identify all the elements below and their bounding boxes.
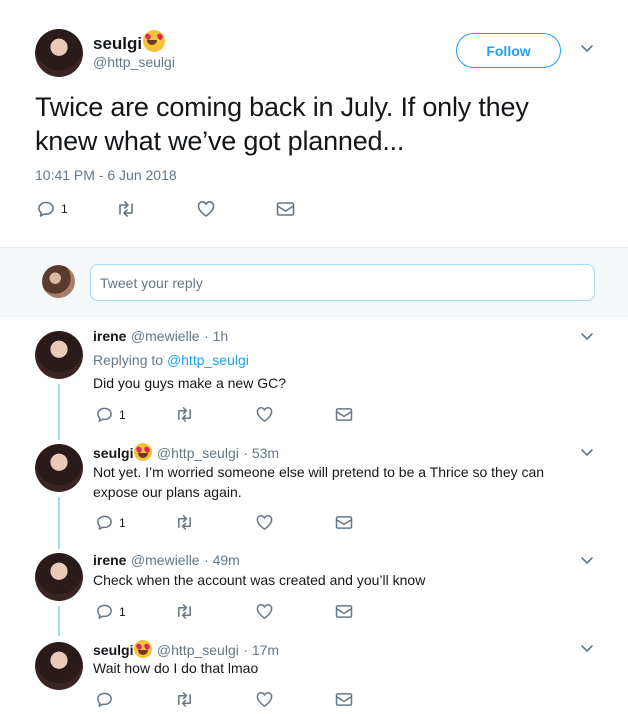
reply-handle[interactable]: @mewielle (131, 552, 200, 568)
current-user-avatar (42, 265, 75, 298)
reply-text: Wait how do I do that lmao (93, 660, 259, 676)
avatar[interactable] (35, 642, 83, 690)
dm-action[interactable] (335, 604, 353, 619)
retweet-action[interactable] (116, 200, 136, 218)
reply-display-name[interactable]: irene (93, 552, 126, 568)
reply-handle[interactable]: @http_seulgi (157, 445, 239, 461)
reply-handle[interactable]: @mewielle (131, 328, 200, 344)
envelope-icon (276, 201, 295, 217)
chevron-down-icon[interactable] (580, 556, 594, 566)
reply-icon (37, 200, 55, 218)
reply-count: 1 (61, 202, 68, 216)
retweet-action[interactable] (175, 603, 194, 620)
reply-action[interactable]: 1 (96, 406, 126, 423)
reply-header: seulgi @http_seulgi · 17m (93, 640, 279, 660)
heart-icon (255, 691, 274, 708)
reply-display-name[interactable]: irene (93, 328, 126, 344)
reply-time[interactable]: · 17m (243, 642, 279, 658)
tweet-text: Twice are coming back in July. If only t… (35, 92, 529, 156)
tweet-timestamp[interactable]: 10:41 PM - 6 Jun 2018 (35, 167, 177, 183)
thread-line (58, 497, 60, 549)
chevron-down-icon[interactable] (580, 332, 594, 342)
reply-header: irene @mewielle · 1h (93, 328, 228, 346)
retweet-action[interactable] (175, 406, 194, 423)
author-handle[interactable]: @http_seulgi (93, 54, 175, 70)
dm-action[interactable] (335, 407, 353, 422)
thread-line (58, 384, 60, 440)
heart-icon (255, 406, 274, 423)
reply-icon (96, 514, 113, 531)
retweet-action[interactable] (175, 691, 194, 708)
heart-icon (196, 200, 216, 218)
author-display-name-row: seulgi (93, 30, 166, 54)
envelope-icon (335, 692, 353, 707)
reply-display-name[interactable]: seulgi (93, 445, 133, 461)
reply-time[interactable]: · 1h (204, 328, 228, 344)
reply-text: Not yet. I’m worried someone else will p… (93, 464, 545, 500)
reply-display-name[interactable]: seulgi (93, 642, 133, 658)
replying-to-line: Replying to @http_seulgi (93, 350, 249, 370)
retweet-icon (175, 514, 194, 531)
replying-to-link[interactable]: @http_seulgi (167, 352, 249, 368)
like-action[interactable] (255, 406, 274, 423)
reply-action[interactable]: 1 (37, 200, 68, 218)
heart-icon (255, 514, 274, 531)
heart-eyes-emoji-icon (134, 640, 153, 658)
follow-button[interactable]: Follow (456, 33, 561, 68)
reply-count: 1 (119, 515, 126, 530)
reply-icon (96, 691, 113, 708)
heart-icon (255, 603, 274, 620)
retweet-action[interactable] (175, 514, 194, 531)
author-display-name[interactable]: seulgi (93, 34, 142, 53)
reply-input[interactable]: Tweet your reply (90, 264, 595, 301)
like-action[interactable] (255, 691, 274, 708)
like-action[interactable] (255, 514, 274, 531)
avatar[interactable] (35, 553, 83, 601)
retweet-icon (175, 603, 194, 620)
heart-eyes-emoji-icon (143, 30, 166, 52)
reply-header: seulgi @http_seulgi · 53m (93, 443, 279, 463)
dm-action[interactable] (335, 692, 353, 707)
reply-text: Check when the account was created and y… (93, 572, 426, 588)
envelope-icon (335, 515, 353, 530)
envelope-icon (335, 407, 353, 422)
reply-count: 1 (119, 407, 126, 422)
reply-action[interactable]: 1 (96, 603, 126, 620)
reply-count: 1 (119, 604, 126, 619)
retweet-icon (175, 406, 194, 423)
envelope-icon (335, 604, 353, 619)
dm-action[interactable] (276, 201, 295, 217)
reply-icon (96, 603, 113, 620)
dm-action[interactable] (335, 515, 353, 530)
avatar[interactable] (35, 331, 83, 379)
avatar[interactable] (35, 444, 83, 492)
like-action[interactable] (196, 200, 216, 218)
chevron-down-icon[interactable] (580, 44, 594, 54)
reply-action[interactable] (96, 691, 119, 708)
replying-to-prefix: Replying to (93, 352, 167, 368)
retweet-icon (175, 691, 194, 708)
reply-header: irene @mewielle · 49m (93, 552, 240, 570)
reply-time[interactable]: · 53m (243, 445, 279, 461)
like-action[interactable] (255, 603, 274, 620)
reply-text: Did you guys make a new GC? (93, 375, 286, 391)
chevron-down-icon[interactable] (580, 448, 594, 458)
thread-line (58, 606, 60, 636)
reply-icon (96, 406, 113, 423)
reply-handle[interactable]: @http_seulgi (157, 642, 239, 658)
retweet-icon (116, 200, 136, 218)
chevron-down-icon[interactable] (580, 644, 594, 654)
reply-action[interactable]: 1 (96, 514, 126, 531)
heart-eyes-emoji-icon (134, 443, 153, 461)
avatar[interactable] (35, 29, 83, 77)
reply-time[interactable]: · 49m (204, 552, 240, 568)
